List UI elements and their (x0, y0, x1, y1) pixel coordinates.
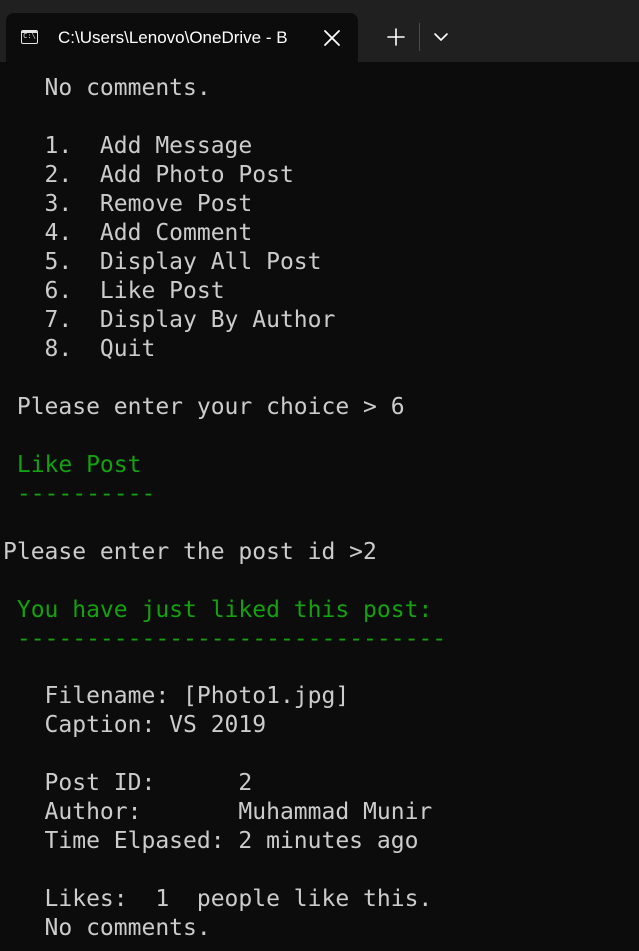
liked-heading: You have just liked this post: (3, 597, 433, 623)
post-likes: Likes: 1 people like this. (3, 886, 433, 912)
new-tab-button[interactable] (379, 21, 413, 53)
command-prompt-icon: C:\ (21, 30, 38, 44)
tab-bar: C:\ C:\Users\Lenovo\OneDrive - B (0, 0, 639, 62)
menu-item: 4. Add Comment (3, 220, 253, 246)
menu-item: 7. Display By Author (3, 307, 336, 333)
tab-divider (419, 23, 420, 51)
plus-icon (387, 28, 405, 46)
terminal-window: C:\ C:\Users\Lenovo\OneDrive - B No comm… (0, 0, 639, 951)
console-output[interactable]: No comments. 1. Add Message 2. Add Photo… (0, 62, 639, 951)
close-icon (324, 30, 340, 46)
tab-title: C:\Users\Lenovo\OneDrive - B (58, 28, 288, 47)
menu-item: 5. Display All Post (3, 249, 322, 275)
menu-item: 8. Quit (3, 336, 156, 362)
tab-dropdown-button[interactable] (424, 21, 458, 53)
menu-item: 1. Add Message (3, 133, 253, 159)
chevron-down-icon (434, 33, 448, 41)
post-id-prompt: Please enter the post id >2 (3, 539, 377, 565)
post-id: Post ID: 2 (3, 770, 253, 796)
post-comments: No comments. (3, 915, 211, 941)
choice-prompt: Please enter your choice > 6 (3, 394, 405, 420)
menu-item: 2. Add Photo Post (3, 162, 294, 188)
no-comments-line: No comments. (3, 75, 211, 101)
post-filename: Filename: [Photo1.jpg] (3, 683, 350, 709)
post-author: Author: Muhammad Munir (3, 799, 433, 825)
terminal-tab[interactable]: C:\ C:\Users\Lenovo\OneDrive - B (6, 13, 358, 62)
menu-item: 6. Like Post (3, 278, 225, 304)
liked-underline: ------------------------------- (3, 626, 447, 652)
close-tab-button[interactable] (320, 26, 344, 50)
like-post-underline: ---------- (3, 481, 156, 507)
post-caption: Caption: VS 2019 (3, 712, 267, 738)
post-time-elapsed: Time Elpased: 2 minutes ago (3, 828, 419, 854)
menu-item: 3. Remove Post (3, 191, 253, 217)
like-post-heading: Like Post (3, 452, 142, 478)
